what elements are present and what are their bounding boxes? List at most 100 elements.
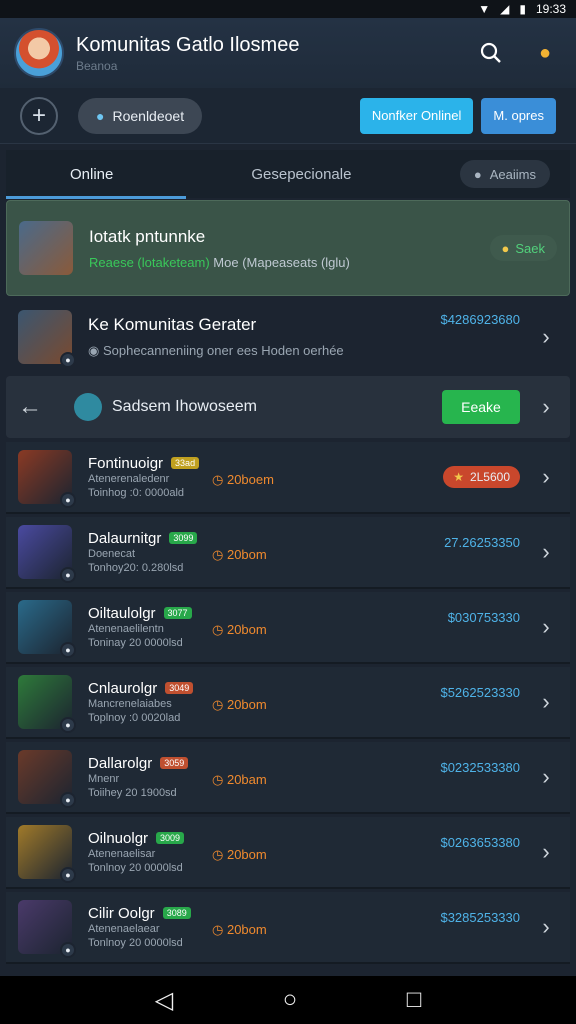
list-item[interactable]: ● Oilnuolgr 3009 Atenenaelisar Tonlnoy 20 00… [6, 817, 570, 889]
tab-bar: Online Gesepecionale ● Aeaiims [6, 150, 570, 198]
featured-sub: ◉ Sophecanneniing oner ees Hoden oerhée [88, 343, 534, 359]
sort-bar: ← Sadsem Ihowoseem Eeake › [6, 376, 570, 438]
list-item[interactable]: ● Fontinuoigr 33ad Atenerenaledenr Toinhog :… [6, 442, 570, 514]
badge-icon: ● [60, 867, 76, 883]
tab-gesepecionale[interactable]: Gesepecionale [237, 166, 365, 183]
profile-pill-label: Roenldeoet [112, 107, 185, 124]
highlight-row[interactable]: Iotatk pntunnke Reaese (lotaketeam) Moe … [6, 200, 570, 296]
clock-icon: ◷ [212, 622, 224, 637]
tab-indicator [6, 196, 186, 199]
profile-pill[interactable]: ● Roenldeoet [78, 97, 203, 134]
chevron-right-icon[interactable]: › [534, 839, 558, 865]
list-item-time: ◷ 20bom [212, 547, 267, 563]
featured-value: $4286923680 [440, 312, 520, 327]
featured-row[interactable]: ● Ke Komunitas Gerater ◉ Sophecanneniing… [6, 300, 570, 374]
list-item[interactable]: ● Oiltaulolgr 3077 Atenenaelilentn Toninay 2… [6, 592, 570, 664]
list-item-time-value: 20bom [226, 547, 267, 562]
chevron-right-icon[interactable]: › [534, 539, 558, 565]
status-badge: 3059 [160, 757, 189, 769]
back-arrow-icon[interactable]: ← [18, 393, 52, 421]
list-item-name: Oilnuolgr [88, 829, 149, 847]
list-item[interactable]: ● Dallarolgr 3059 Mnenr Toiihey 20 1900sd ◷ 2… [6, 742, 570, 814]
list-item-line2: Toiihey 20 1900sd [88, 786, 177, 799]
list-item-line2: Toninay 20 0000lsd [88, 636, 183, 649]
tab-online[interactable]: Online [56, 166, 127, 183]
sort-action-button[interactable]: Eeake [442, 390, 520, 424]
clock-icon: ◷ [212, 922, 224, 937]
user-icon: ● [96, 107, 105, 124]
tab-badge[interactable]: ● Aeaiims [459, 160, 550, 188]
add-button[interactable]: + [20, 96, 58, 135]
coin-icon: ● [501, 240, 510, 256]
wifi-icon: ▼ [478, 2, 491, 16]
list-item-time: ◷ 20bom [212, 922, 267, 938]
list-item-time-value: 20bom [226, 697, 267, 712]
chevron-right-icon[interactable]: › [534, 464, 558, 490]
chevron-right-icon[interactable]: › [534, 689, 558, 715]
game-thumbnail: ● [18, 310, 76, 368]
battery-icon: ▮ [519, 2, 526, 16]
highlight-sub-rest: Moe (Mapeaseats (lglu) [213, 254, 350, 270]
profile-icon[interactable]: ● [528, 36, 562, 70]
game-thumbnail: ● [18, 900, 76, 958]
list-item-time-value: 20bam [226, 772, 267, 787]
status-badge: 3099 [169, 532, 198, 544]
back-icon[interactable]: ◁ [155, 986, 173, 1015]
list-item[interactable]: ● Dalaurnitgr 3099 Doenecat Tonhoy20: 0.280l… [6, 517, 570, 589]
list-item-value: $5262523330 [440, 685, 520, 700]
chevron-right-icon[interactable]: › [534, 614, 558, 640]
list-item[interactable]: ● Cnlaurolgr 3049 Mancrenelaiabes Toplnoy :0… [6, 667, 570, 739]
signal-icon: ◢ [500, 2, 510, 16]
status-badge: 3089 [162, 907, 191, 919]
clock-icon: ◷ [212, 472, 224, 487]
list-item[interactable]: ● Cilir Oolgr 3089 Atenenaelaear Tonlnoy 20 … [6, 892, 570, 964]
chevron-right-icon[interactable]: › [534, 324, 558, 350]
highlight-text: Iotatk pntunnke Reaese (lotaketeam) Moe … [89, 227, 490, 270]
toolbar: + ● Roenldeoet Nonfker Onlinel M. opres [0, 88, 576, 144]
save-chip[interactable]: ● Saek [489, 235, 557, 261]
list-item-time: ◷ 20bom [212, 697, 267, 713]
sort-icon [74, 393, 102, 421]
badge-icon: ● [60, 492, 76, 508]
list-item-value: $0232533380 [440, 760, 520, 775]
chevron-right-icon[interactable]: › [534, 394, 558, 420]
list-item-value: 27.26253350 [444, 535, 520, 550]
list-item-time: ◷ 20boem [212, 472, 274, 488]
game-thumbnail: ● [18, 825, 76, 883]
chevron-right-icon[interactable]: › [534, 914, 558, 940]
home-icon[interactable]: ○ [283, 986, 298, 1014]
list-item-line2: Tonlnoy 20 0000lsd [88, 861, 183, 874]
game-thumbnail: ● [18, 675, 76, 733]
list-item-name: Oiltaulolgr [88, 604, 156, 622]
status-badge: 3077 [163, 607, 192, 619]
list-item-line2: Toplnoy :0 0020lad [88, 711, 181, 724]
search-icon[interactable] [474, 36, 508, 70]
badge-icon: ● [60, 717, 76, 733]
star-icon: ★ [453, 470, 464, 484]
list-item-name: Cnlaurolgr [88, 679, 158, 697]
list-item-time-value: 20bom [226, 622, 267, 637]
badge-icon: ● [60, 792, 76, 808]
recents-icon[interactable]: □ [407, 986, 422, 1014]
list-item-time: ◷ 20bam [212, 772, 267, 788]
list-item-value: $0263653380 [440, 835, 520, 850]
highlight-sub-green: Reaese (lotaketeam) [89, 254, 210, 270]
page-subtitle: Beanoa [76, 58, 118, 73]
game-thumbnail: ● [18, 525, 76, 583]
game-thumbnail: ● [18, 750, 76, 808]
online-button[interactable]: Nonfker Onlinel [359, 97, 474, 134]
status-badge: 33ad [171, 457, 200, 469]
app-bar: Komunitas Gatlo Ilosmee Beanoa ● [0, 18, 576, 88]
list-item-line2: Tonhoy20: 0.280lsd [88, 561, 184, 574]
status-badge: 3009 [156, 832, 185, 844]
list-item-time-value: 20bom [226, 847, 267, 862]
options-button[interactable]: M. opres [481, 97, 556, 134]
avatar[interactable] [14, 28, 64, 78]
info-icon: ◉ [88, 343, 100, 358]
chevron-right-icon[interactable]: › [534, 764, 558, 790]
status-time: 19:33 [535, 2, 566, 16]
game-thumbnail [19, 221, 73, 275]
game-thumbnail: ● [18, 600, 76, 658]
list-item-value: $3285253330 [440, 910, 520, 925]
tab-badge-label: Aeaiims [489, 166, 536, 182]
